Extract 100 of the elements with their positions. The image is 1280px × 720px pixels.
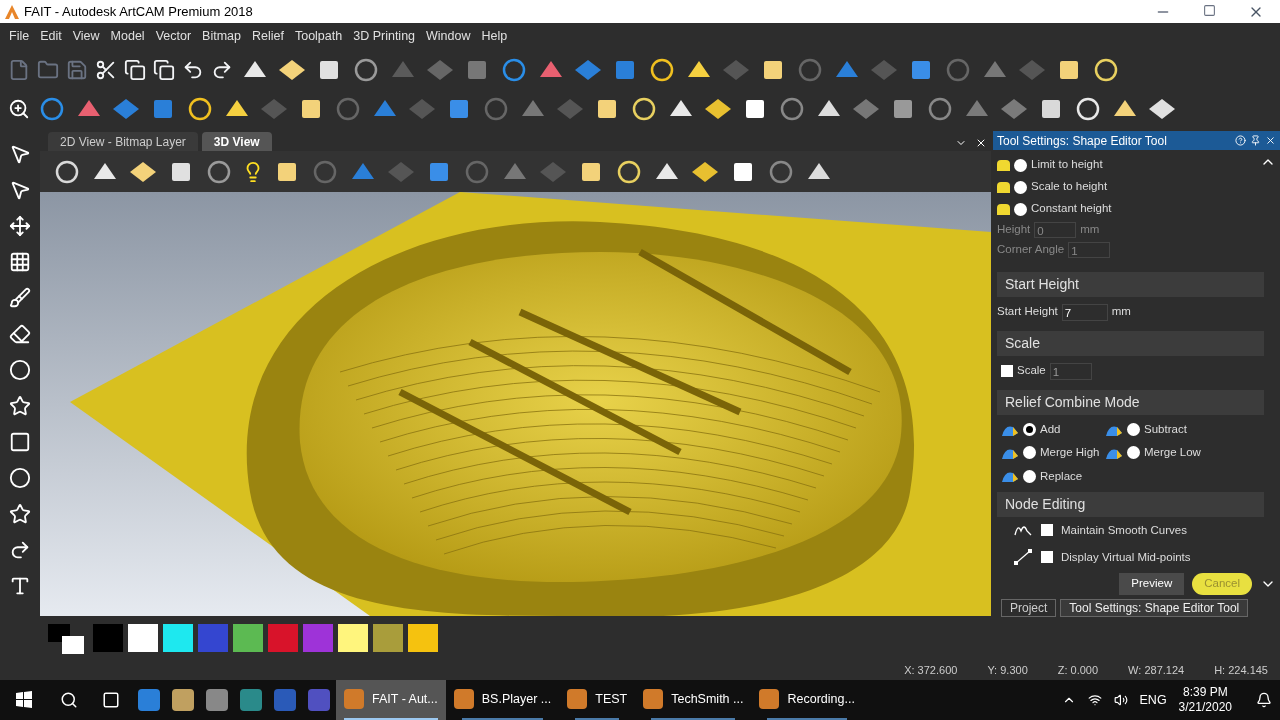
folder-icon[interactable] xyxy=(37,58,59,81)
file-icon[interactable] xyxy=(8,58,30,81)
height-mode-icon xyxy=(997,181,1010,193)
status-coordinate: H: 224.145 xyxy=(1214,662,1268,678)
input-field[interactable]: 7 xyxy=(1061,303,1108,321)
taskbar-app-icon[interactable] xyxy=(172,689,194,711)
field-label: Start Height xyxy=(997,304,1058,320)
option-label: Subtract xyxy=(1144,422,1187,437)
restore-icon[interactable] xyxy=(1203,3,1216,17)
menu-item[interactable]: Vector xyxy=(150,27,197,46)
checkbox[interactable] xyxy=(1041,524,1053,537)
pin-icon[interactable] xyxy=(1250,135,1261,146)
menu-item[interactable]: File xyxy=(4,27,35,46)
menu-item[interactable]: Edit xyxy=(35,27,67,46)
radio-button[interactable] xyxy=(1127,423,1140,437)
color-swatch[interactable] xyxy=(338,624,368,652)
status-coordinate: W: 287.124 xyxy=(1128,662,1185,678)
panel-tab[interactable]: Project xyxy=(1001,598,1057,617)
radio-button[interactable] xyxy=(1014,158,1027,172)
menu-item[interactable]: Model xyxy=(105,27,150,46)
node-select-icon[interactable] xyxy=(9,179,31,201)
scissors-icon[interactable] xyxy=(95,58,117,81)
color-swatch[interactable] xyxy=(93,624,123,652)
notifications-icon[interactable] xyxy=(1256,692,1272,708)
unit-label: mm xyxy=(1111,304,1131,320)
section-header: Start Height xyxy=(997,272,1264,297)
checkbox[interactable] xyxy=(1041,551,1053,564)
clock-date[interactable]: 3/21/2020 xyxy=(1178,700,1232,715)
move-icon[interactable] xyxy=(9,215,31,237)
view-tab[interactable]: 3D View xyxy=(201,132,272,151)
menu-item[interactable]: Help xyxy=(476,27,513,46)
network-icon[interactable] xyxy=(1087,693,1102,707)
radio-button[interactable] xyxy=(1023,423,1036,437)
select-icon[interactable] xyxy=(9,143,31,165)
radio-button[interactable] xyxy=(1023,469,1036,483)
search-icon[interactable] xyxy=(60,691,78,709)
zoom-icon[interactable] xyxy=(8,97,30,120)
color-swatch[interactable] xyxy=(198,624,228,652)
preview-button[interactable]: Preview xyxy=(1119,572,1185,595)
checkbox[interactable] xyxy=(1001,365,1013,377)
radio-button[interactable] xyxy=(1023,446,1036,460)
option-label: Constant height xyxy=(1031,201,1112,217)
option-label: Scale to height xyxy=(1031,179,1108,195)
panel-title: Tool Settings: Shape Editor Tool xyxy=(997,132,1167,150)
radio-button[interactable] xyxy=(1014,180,1027,194)
circle-icon[interactable] xyxy=(9,359,31,381)
help-icon[interactable] xyxy=(1235,135,1246,146)
grid-icon[interactable] xyxy=(9,251,31,273)
radio-button[interactable] xyxy=(1127,446,1140,460)
option-label: Replace xyxy=(1040,468,1083,484)
menu-item[interactable]: Window xyxy=(421,27,476,46)
language-indicator[interactable]: ENG xyxy=(1139,690,1167,710)
task-view-icon[interactable] xyxy=(102,691,120,709)
color-swatch[interactable] xyxy=(163,624,193,652)
menu-item[interactable]: View xyxy=(67,27,105,46)
menu-item[interactable]: Toolpath xyxy=(289,27,348,46)
text-icon[interactable] xyxy=(9,575,31,597)
field-label: Scale xyxy=(1017,363,1046,379)
taskbar-app-icon[interactable] xyxy=(138,689,160,711)
color-swatch[interactable] xyxy=(373,624,403,652)
taskbar-app-icon[interactable] xyxy=(240,689,262,711)
color-swatch[interactable] xyxy=(303,624,333,652)
status-coordinate: X: 372.600 xyxy=(904,662,958,678)
option-label: Add xyxy=(1040,422,1061,437)
relief-mode-icon xyxy=(1001,469,1019,484)
section-header: Node Editing xyxy=(997,491,1264,517)
color-swatch[interactable] xyxy=(408,624,438,652)
height-mode-icon xyxy=(997,203,1010,215)
window-title: FAIT - Autodesk ArtCAM Premium 2018 xyxy=(24,2,253,21)
section-header: Relief Combine Mode xyxy=(997,390,1264,415)
option-label: Limit to height xyxy=(1031,157,1103,173)
save-icon[interactable] xyxy=(66,58,88,81)
rectangle-icon[interactable] xyxy=(9,431,31,453)
color-swatch[interactable] xyxy=(128,624,158,652)
taskbar-app-icon[interactable] xyxy=(206,689,228,711)
height-mode-icon xyxy=(997,159,1010,171)
panel-tab[interactable]: Tool Settings: Shape Editor Tool xyxy=(1060,598,1249,617)
app-logo-icon xyxy=(4,3,20,20)
menu-item[interactable]: 3D Printing xyxy=(348,27,421,46)
option-label: Maintain Smooth Curves xyxy=(1061,522,1187,538)
unit-label: mm xyxy=(1080,222,1100,238)
menu-item[interactable]: Bitmap xyxy=(197,27,246,46)
field-label: Height xyxy=(997,222,1031,238)
clock-time[interactable]: 8:39 PM xyxy=(1182,685,1228,700)
close-icon[interactable] xyxy=(1265,135,1276,146)
color-swatch[interactable] xyxy=(268,624,298,652)
brush-icon[interactable] xyxy=(9,287,31,309)
radio-button[interactable] xyxy=(1014,202,1027,216)
input-field[interactable]: 1 xyxy=(1049,362,1092,380)
circle-icon[interactable] xyxy=(9,467,31,489)
volume-icon[interactable] xyxy=(1113,693,1128,707)
color-swatch[interactable] xyxy=(233,624,263,652)
menu-item[interactable]: Relief xyxy=(246,27,289,46)
close-icon[interactable] xyxy=(975,137,987,149)
field-label: Corner Angle xyxy=(997,242,1065,258)
taskbar-app[interactable]: FAIT - Aut... xyxy=(336,680,446,720)
eraser-icon[interactable] xyxy=(9,323,31,345)
view-tab[interactable]: 2D View - Bitmap Layer xyxy=(48,132,198,151)
copy-icon[interactable] xyxy=(124,58,146,81)
star-icon[interactable] xyxy=(9,503,31,525)
